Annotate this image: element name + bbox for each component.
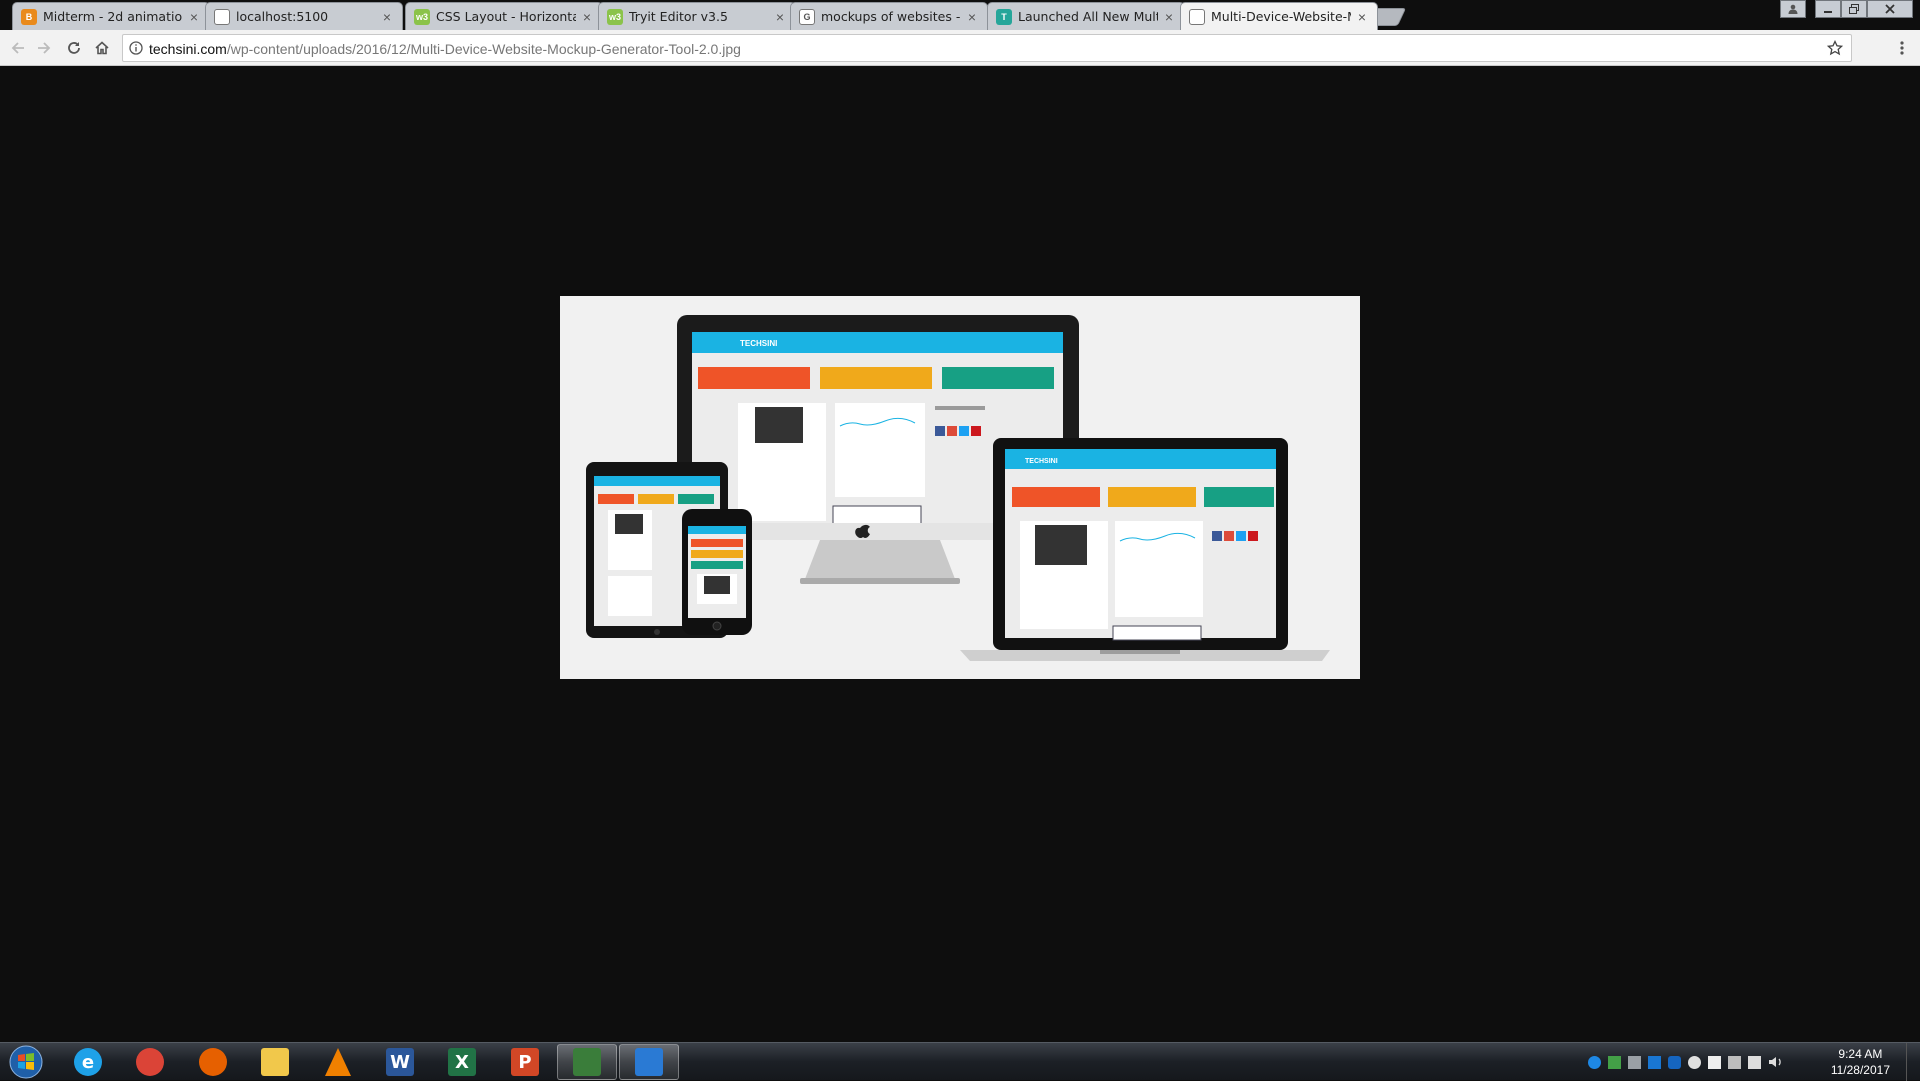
reload-icon <box>68 42 80 54</box>
restore-button[interactable] <box>1841 0 1867 18</box>
clock-date: 11/28/2017 <box>1830 1063 1890 1077</box>
start-button[interactable] <box>0 1044 52 1080</box>
tab-favicon-icon <box>1189 8 1205 25</box>
laptop: TECHSINI <box>960 438 1330 661</box>
url-path: /wp-content/uploads/2016/12/Multi-Device… <box>226 41 741 57</box>
tab-close-icon[interactable]: × <box>380 9 394 25</box>
word-icon: W <box>386 1048 414 1076</box>
dropbox-icon[interactable] <box>1668 1056 1681 1069</box>
browser-tab[interactable]: w3 Tryit Editor v3.5 × <box>598 2 796 30</box>
excel-icon: X <box>448 1048 476 1076</box>
star-icon[interactable] <box>1827 40 1843 56</box>
tab-favicon-icon: w3 <box>414 8 430 25</box>
browser-menu-button[interactable] <box>1890 36 1914 60</box>
taskbar-terminal-button[interactable] <box>557 1044 617 1080</box>
firefox-icon <box>199 1048 227 1076</box>
windows-logo-icon <box>9 1045 43 1079</box>
tab-close-icon[interactable]: × <box>187 9 201 25</box>
mockup-image: TECHSINI TECHSINI <box>560 296 1360 679</box>
tab-title: Multi-Device-Website-M <box>1211 9 1351 24</box>
visual-studio-code-icon <box>635 1048 663 1076</box>
tab-title: Midterm - 2d animation <box>43 9 183 24</box>
laptop-brand: TECHSINI <box>1025 458 1058 465</box>
green-status-icon[interactable] <box>1608 1056 1621 1069</box>
steam-icon[interactable] <box>1688 1056 1701 1069</box>
browser-toolbar: techsini.com/wp-content/uploads/2016/12/… <box>0 30 1920 66</box>
tab-title: Tryit Editor v3.5 <box>629 9 728 24</box>
forward-button[interactable] <box>32 36 56 60</box>
tab-favicon-icon: G <box>799 8 815 25</box>
multi-device-mockup-illustration: TECHSINI TECHSINI <box>586 315 1330 661</box>
show-desktop-button[interactable] <box>1906 1043 1920 1081</box>
kebab-menu-icon <box>1900 41 1904 55</box>
system-clock[interactable]: 9:24 AM 11/28/2017 <box>1831 1046 1890 1078</box>
home-icon <box>95 41 109 55</box>
tab-favicon-icon: T <box>996 8 1012 25</box>
browser-tab[interactable]: Multi-Device-Website-M × <box>1180 2 1378 30</box>
restore-icon <box>1849 4 1859 14</box>
url-text: techsini.com/wp-content/uploads/2016/12/… <box>149 41 741 57</box>
browser-tab[interactable]: B Midterm - 2d animation × <box>12 2 210 30</box>
taskbar-excel-button[interactable]: X <box>432 1044 492 1080</box>
tab-favicon-icon <box>214 8 230 25</box>
taskbar-firefox-button[interactable] <box>183 1044 243 1080</box>
terminal-icon <box>573 1048 601 1076</box>
close-icon <box>1885 4 1895 14</box>
url-host: techsini.com <box>149 41 227 57</box>
file-explorer-icon <box>261 1048 289 1076</box>
system-tray: 9:24 AM 11/28/2017 <box>1580 1043 1920 1081</box>
back-button[interactable] <box>6 36 30 60</box>
tab-favicon-icon: B <box>21 8 37 25</box>
browser-tab[interactable]: w3 CSS Layout - Horizontal × <box>405 2 603 30</box>
home-button[interactable] <box>90 36 114 60</box>
tray-app-icon[interactable] <box>1628 1056 1641 1069</box>
powerpoint-icon: P <box>511 1048 539 1076</box>
browser-tab[interactable]: localhost:5100 × <box>205 2 403 30</box>
taskbar-internet-explorer-button[interactable]: e <box>58 1044 118 1080</box>
tab-close-icon[interactable]: × <box>965 9 979 25</box>
taskbar-powerpoint-button[interactable]: P <box>495 1044 555 1080</box>
tab-title: mockups of websites - G <box>821 9 961 24</box>
tab-favicon-icon: w3 <box>607 8 623 25</box>
phone <box>682 509 752 635</box>
sync-icon[interactable] <box>1728 1056 1741 1069</box>
taskbar-chrome-button[interactable] <box>120 1044 180 1080</box>
browser-tab[interactable]: T Launched All New Multi × <box>987 2 1185 30</box>
arrow-right-icon <box>38 42 51 54</box>
tab-close-icon[interactable]: × <box>1355 9 1369 25</box>
desktop-brand: TECHSINI <box>740 339 777 348</box>
user-icon <box>1788 4 1798 14</box>
vlc-icon <box>325 1048 351 1076</box>
action-center-flag-icon[interactable] <box>1748 1056 1761 1069</box>
address-bar[interactable]: techsini.com/wp-content/uploads/2016/12/… <box>122 34 1852 62</box>
security-icon[interactable] <box>1708 1056 1721 1069</box>
tab-strip: B Midterm - 2d animation × localhost:5100 × w… <box>0 0 1920 30</box>
chrome-icon <box>136 1048 164 1076</box>
info-icon[interactable] <box>129 41 143 55</box>
network-globe-icon[interactable] <box>1588 1056 1601 1069</box>
internet-explorer-icon: e <box>74 1048 102 1076</box>
windows-taskbar: e W X P 9:24 AM 11/28/2017 <box>0 1042 1920 1081</box>
tab-close-icon[interactable]: × <box>580 9 594 25</box>
taskbar-word-button[interactable]: W <box>370 1044 430 1080</box>
taskbar-vlc-button[interactable] <box>308 1044 368 1080</box>
taskbar-file-explorer-button[interactable] <box>245 1044 305 1080</box>
arrow-left-icon <box>11 42 24 54</box>
tab-title: CSS Layout - Horizontal <box>436 9 576 24</box>
user-profile-button[interactable] <box>1780 0 1806 18</box>
tab-close-icon[interactable]: × <box>1162 9 1176 25</box>
taskbar-visual-studio-code-button[interactable] <box>619 1044 679 1080</box>
minimize-icon <box>1824 11 1832 13</box>
bluetooth-icon[interactable] <box>1648 1056 1661 1069</box>
volume-icon[interactable] <box>1768 1055 1784 1069</box>
close-window-button[interactable] <box>1867 0 1913 18</box>
minimize-button[interactable] <box>1815 0 1841 18</box>
reload-button[interactable] <box>62 36 86 60</box>
tab-title: localhost:5100 <box>236 9 329 24</box>
tab-close-icon[interactable]: × <box>773 9 787 25</box>
clock-time: 9:24 AM <box>1838 1047 1883 1061</box>
tab-title: Launched All New Multi <box>1018 9 1158 24</box>
browser-tab[interactable]: Gmockups of websites - G × <box>790 2 988 30</box>
